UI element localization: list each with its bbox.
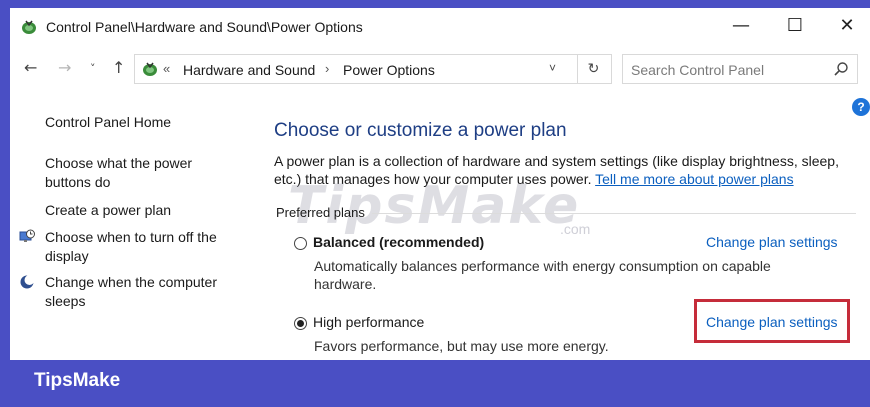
power-options-icon (22, 20, 36, 34)
monitor-clock-icon (19, 229, 35, 242)
brand-label: TipsMake (34, 370, 121, 391)
breadcrumb-hardware-and-sound[interactable]: Hardware and Sound (183, 62, 315, 78)
breadcrumb-power-options[interactable]: Power Options (343, 62, 435, 78)
moon-icon (20, 275, 35, 289)
recent-locations-button[interactable]: ˅ (90, 62, 96, 75)
group-divider (372, 213, 856, 214)
help-icon[interactable]: ? (852, 98, 870, 116)
balanced-plan-label[interactable]: Balanced (recommended) (313, 234, 484, 250)
control-panel-icon (143, 62, 157, 76)
sidebar-item-computer-sleeps[interactable]: Change when the computer sleeps (45, 273, 235, 311)
up-button[interactable]: ↑ (112, 58, 125, 77)
high-performance-plan-label[interactable]: High performance (313, 314, 424, 330)
power-options-window: Control Panel\Hardware and Sound\Power O… (10, 8, 870, 360)
balanced-change-plan-settings-link[interactable]: Change plan settings (706, 234, 838, 250)
maximize-button[interactable]: ☐ (772, 8, 818, 42)
high-performance-plan-radio[interactable] (294, 317, 307, 330)
high-performance-change-plan-settings-link[interactable]: Change plan settings (706, 314, 838, 330)
title-bar: Control Panel\Hardware and Sound\Power O… (10, 8, 870, 44)
minimize-button[interactable]: — (718, 8, 764, 42)
screenshot-frame: Control Panel\Hardware and Sound\Power O… (0, 0, 870, 407)
sidebar-item-create-power-plan[interactable]: Create a power plan (45, 201, 171, 220)
high-performance-plan-description: Favors performance, but may use more ene… (314, 338, 609, 354)
balanced-plan-radio[interactable] (294, 237, 307, 250)
navigation-bar: ← → ˅ ↑ « Hardware and Sound › Power Opt… (10, 48, 870, 90)
close-button[interactable]: ✕ (824, 8, 870, 42)
refresh-button[interactable]: ↻ (576, 54, 612, 84)
breadcrumb-overflow-chevron[interactable]: « (163, 61, 170, 76)
forward-button[interactable]: → (58, 58, 71, 77)
search-input[interactable] (631, 60, 827, 80)
window-title: Control Panel\Hardware and Sound\Power O… (46, 19, 363, 35)
watermark-suffix: .com (560, 221, 591, 237)
search-icon[interactable] (833, 61, 849, 77)
address-dropdown-button[interactable]: ˅ (549, 61, 556, 75)
page-title: Choose or customize a power plan (274, 120, 567, 141)
search-box[interactable] (622, 54, 858, 84)
preferred-plans-label: Preferred plans (276, 205, 365, 220)
address-bar[interactable]: « Hardware and Sound › Power Options ˅ (134, 54, 578, 84)
sidebar-item-turn-off-display[interactable]: Choose when to turn off the display (45, 228, 235, 266)
sidebar-item-control-panel-home[interactable]: Control Panel Home (45, 113, 171, 132)
balanced-plan-description: Automatically balances performance with … (314, 258, 771, 292)
sidebar-item-power-buttons[interactable]: Choose what the power buttons do (45, 154, 215, 192)
back-button[interactable]: ← (24, 58, 37, 77)
breadcrumb-separator[interactable]: › (325, 61, 329, 76)
learn-more-link[interactable]: Tell me more about power plans (595, 171, 793, 187)
